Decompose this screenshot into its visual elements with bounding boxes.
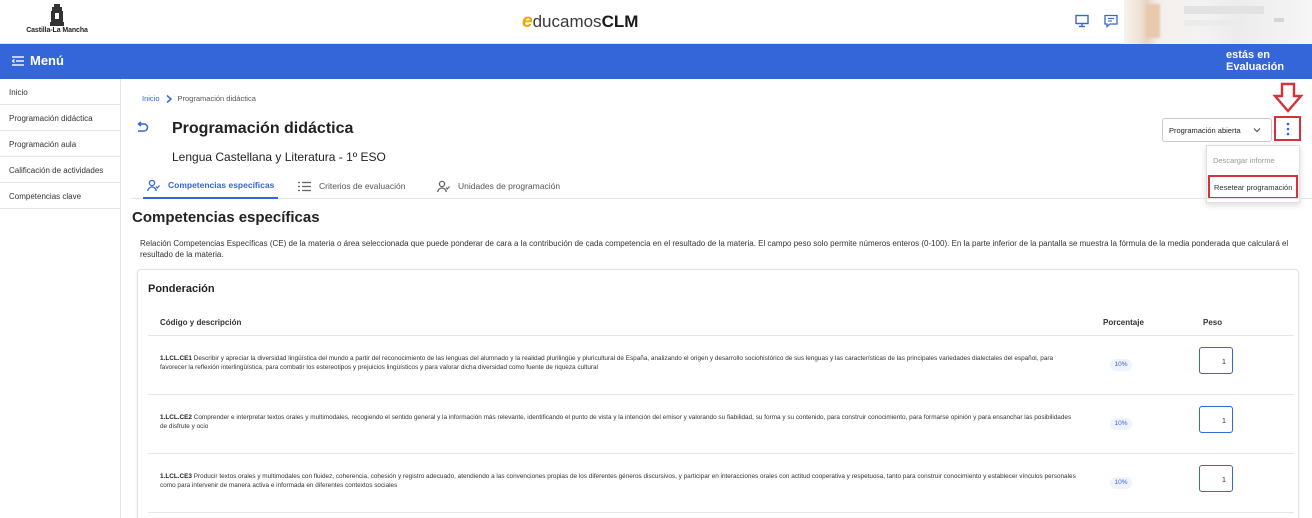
breadcrumb: Inicio Programación didáctica: [142, 94, 256, 103]
menu-button[interactable]: Menú: [12, 53, 64, 68]
sidebar-item-calificacion-actividades[interactable]: Calificación de actividades: [0, 157, 120, 183]
weight-input[interactable]: 1: [1199, 465, 1233, 492]
column-header-codigo: Código y descripción: [160, 318, 242, 327]
top-header: Castilla-La Mancha educamosCLM: [0, 0, 1312, 44]
row-description: 1.LCL.CE3 Producir textos orales y multi…: [160, 473, 1076, 489]
sidebar-item-programacion-didactica[interactable]: Programación didáctica: [0, 105, 120, 131]
logo-text: Castilla-La Mancha: [26, 27, 88, 34]
users-icon: [437, 180, 450, 192]
jccm-logo[interactable]: Castilla-La Mancha: [26, 4, 88, 38]
weight-input[interactable]: 1: [1199, 347, 1233, 374]
avatar: [1146, 4, 1160, 38]
percentage-badge: 10%: [1110, 418, 1132, 430]
sidebar: Inicio Programación didáctica Programaci…: [0, 79, 121, 518]
subject-title: Lengua Castellana y Literatura - 1º ESO: [172, 150, 386, 164]
sidebar-item-inicio[interactable]: Inicio: [0, 79, 120, 105]
percentage-badge: 10%: [1110, 359, 1132, 371]
table-row: 1.LCL.CE1 Describir y apreciar la divers…: [148, 336, 1294, 395]
tabs: Competencias específicas Criterios de ev…: [131, 173, 1312, 199]
back-arrow-icon[interactable]: [135, 121, 149, 135]
chevron-right-icon: [166, 94, 172, 103]
table-header: Código y descripción Porcentaje Peso: [148, 308, 1294, 336]
programacion-status-select[interactable]: Programación abierta: [1162, 118, 1272, 142]
tab-competencias-especificas[interactable]: Competencias específicas: [143, 173, 279, 199]
kebab-icon: [1286, 122, 1289, 135]
tab-unidades-programacion[interactable]: Unidades de programación: [433, 173, 564, 199]
monitor-icon[interactable]: [1074, 14, 1090, 28]
sidebar-item-programacion-aula[interactable]: Programación aula: [0, 131, 120, 157]
table-row: 1.LCL.CE2 Comprender e interpretar texto…: [148, 395, 1294, 454]
menu-bar: Menú estás en Evaluación: [0, 44, 1312, 79]
users-icon: [147, 179, 160, 191]
section-title: Competencias específicas: [132, 209, 320, 226]
breadcrumb-home[interactable]: Inicio: [142, 94, 160, 103]
tab-criterios-evaluacion[interactable]: Criterios de evaluación: [294, 173, 409, 199]
sidebar-item-competencias-clave[interactable]: Competencias clave: [0, 183, 120, 209]
section-description: Relación Competencias Específicas (CE) d…: [140, 239, 1289, 259]
chevron-down-icon: [1253, 128, 1261, 133]
jccm-logo-icon: [50, 4, 64, 26]
breadcrumb-current: Programación didáctica: [177, 94, 256, 103]
column-header-peso: Peso: [1203, 318, 1223, 327]
column-header-porcentaje: Porcentaje: [1103, 318, 1144, 327]
brand-logo[interactable]: educamosCLM: [522, 11, 638, 33]
page-title: Programación didáctica: [172, 120, 354, 137]
ponderacion-card: Ponderación Código y descripción Porcent…: [137, 269, 1299, 518]
user-profile-area[interactable]: [1124, 0, 1312, 44]
menu-icon: [12, 55, 24, 66]
ponderacion-title: Ponderación: [148, 283, 215, 295]
percentage-badge: 10%: [1110, 477, 1132, 489]
list-icon: [298, 181, 311, 191]
more-options-button[interactable]: [1274, 116, 1301, 141]
table-row: 1.LCL.CE3 Producir textos orales y multi…: [148, 454, 1294, 513]
menu-label: Menú: [30, 53, 64, 68]
context-label: estás en Evaluación: [1226, 49, 1285, 73]
red-down-arrow-icon: [1272, 82, 1304, 113]
row-description: 1.LCL.CE2 Comprender e interpretar texto…: [160, 414, 1072, 430]
weight-input[interactable]: 1: [1199, 406, 1233, 433]
row-description: 1.LCL.CE1 Describir y apreciar la divers…: [160, 355, 1054, 371]
chat-icon[interactable]: [1103, 14, 1119, 28]
download-report-item[interactable]: Descargar informe: [1207, 146, 1299, 173]
